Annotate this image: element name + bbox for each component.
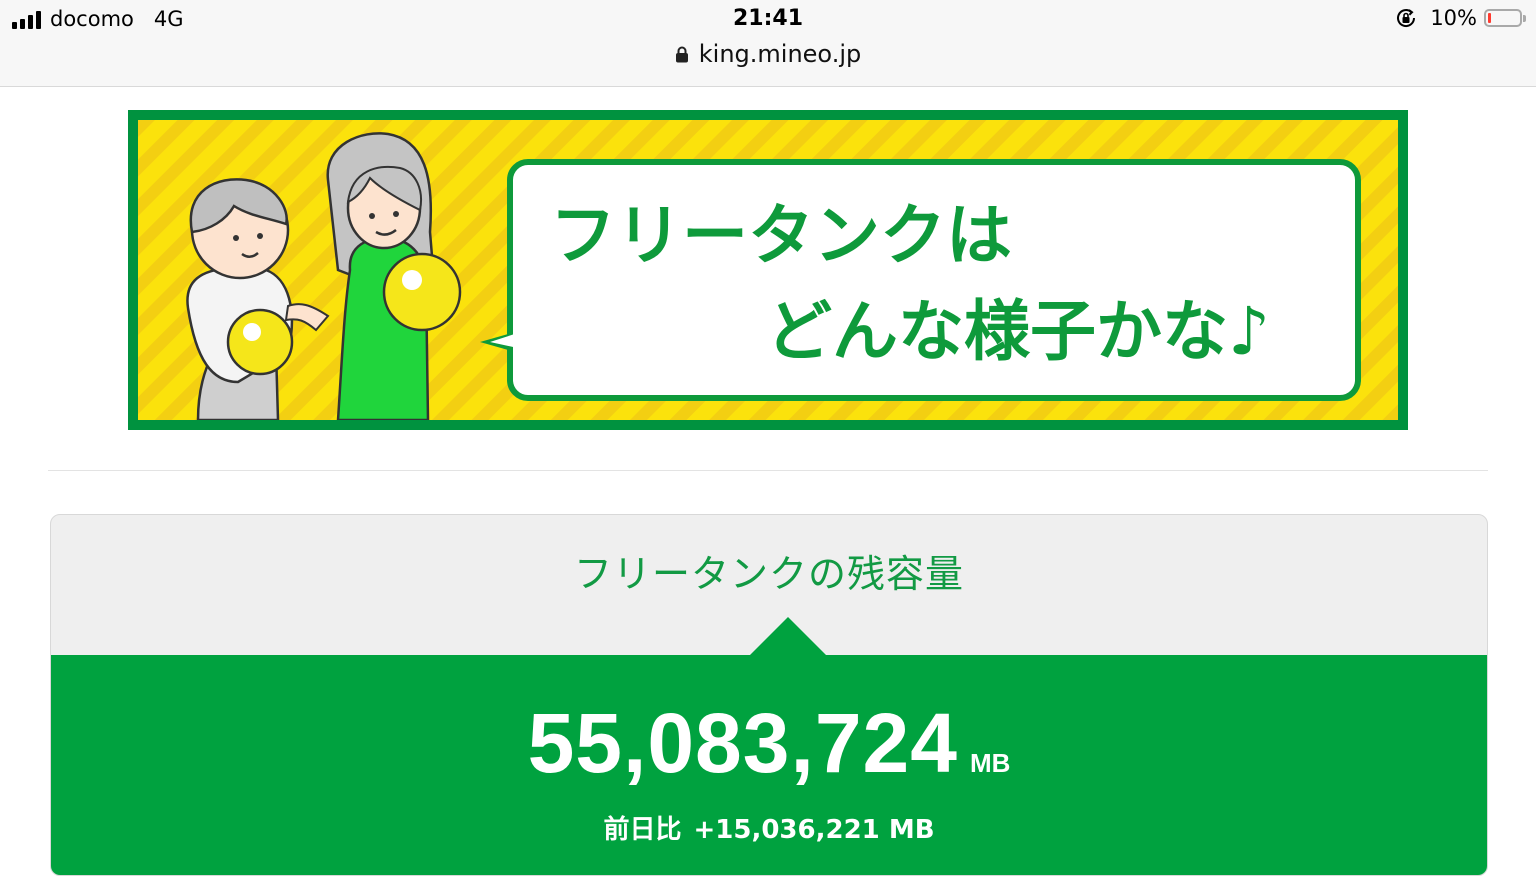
free-tank-capacity-card: フリータンクの残容量 55,083,724 MB 前日比 +15,036,221 M… xyxy=(50,514,1488,876)
rotation-lock-icon xyxy=(1397,9,1416,27)
battery-icon xyxy=(1484,9,1526,27)
daily-difference: 前日比 +15,036,221 MB xyxy=(51,809,1487,846)
remaining-amount: 55,083,724 MB xyxy=(51,695,1487,792)
pointer-triangle xyxy=(748,617,828,657)
section-divider xyxy=(48,470,1488,471)
url-bar[interactable]: king.mineo.jp xyxy=(0,40,1536,68)
banner-text-line1: フリータンクは xyxy=(550,197,1012,274)
status-bar: docomo 4G 21:41 10% king.mineo.jp xyxy=(0,0,1536,87)
padlock-icon xyxy=(675,46,688,62)
remaining-amount-unit: MB xyxy=(969,748,1011,778)
banner-text-line2: どんな様子かな♪ xyxy=(766,293,1270,370)
banner-illustration: フリータンクは どんな様子かな♪ xyxy=(138,120,1398,420)
daily-difference-value: +15,036,221 MB xyxy=(693,815,935,845)
free-tank-banner[interactable]: フリータンクは どんな様子かな♪ xyxy=(128,110,1408,430)
url-text[interactable]: king.mineo.jp xyxy=(699,40,861,68)
status-right: 10% xyxy=(1394,6,1526,30)
clock: 21:41 xyxy=(732,6,804,31)
remaining-amount-value: 55,083,724 xyxy=(527,696,958,790)
battery-percentage: 10% xyxy=(1430,6,1477,30)
card-title: フリータンクの残容量 xyxy=(573,552,964,596)
card-body: 55,083,724 MB 前日比 +15,036,221 MB xyxy=(51,617,1487,875)
daily-difference-label: 前日比 xyxy=(603,815,682,845)
battery-level-fill xyxy=(1488,13,1491,23)
